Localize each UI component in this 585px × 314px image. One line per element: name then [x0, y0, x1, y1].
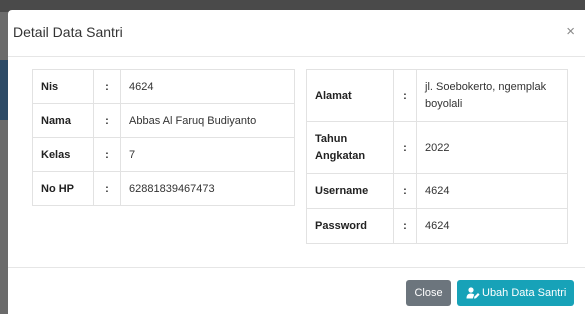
label-kelas: Kelas — [32, 137, 94, 172]
table-row: Username : 4624 — [306, 173, 568, 209]
table-row: Alamat : jl. Soebokerto, ngemplak boyola… — [306, 69, 568, 122]
value-tahun-angkatan: 2022 — [416, 121, 568, 174]
table-row: Nis : 4624 — [32, 69, 295, 104]
student-info-table: Nis : 4624 Nama : Abbas Al Faruq Budiyan… — [32, 69, 295, 206]
close-button[interactable]: Close — [406, 280, 451, 306]
value-username: 4624 — [416, 173, 568, 209]
detail-santri-modal: Detail Data Santri × Nis : 4624 Nama : A… — [8, 10, 585, 314]
separator: : — [393, 208, 417, 244]
separator: : — [93, 137, 121, 172]
table-row: Nama : Abbas Al Faruq Budiyanto — [32, 103, 295, 138]
label-nis: Nis — [32, 69, 94, 104]
value-kelas: 7 — [120, 137, 295, 172]
modal-title: Detail Data Santri — [13, 24, 123, 40]
ubah-data-santri-button[interactable]: Ubah Data Santri — [457, 280, 574, 306]
ubah-data-santri-label: Ubah Data Santri — [482, 287, 567, 299]
label-no-hp: No HP — [32, 171, 94, 206]
separator: : — [93, 171, 121, 206]
separator: : — [393, 173, 417, 209]
close-icon[interactable]: × — [566, 22, 575, 42]
modal-header: Detail Data Santri × — [8, 10, 585, 57]
value-alamat: jl. Soebokerto, ngemplak boyolali — [416, 69, 568, 122]
value-nis: 4624 — [120, 69, 295, 104]
modal-footer: Close Ubah Data Santri — [8, 267, 585, 314]
label-nama: Nama — [32, 103, 94, 138]
value-password: 4624 — [416, 208, 568, 244]
table-row: Kelas : 7 — [32, 137, 295, 172]
separator: : — [393, 121, 417, 174]
separator: : — [393, 69, 417, 122]
label-password: Password — [306, 208, 394, 244]
separator: : — [93, 69, 121, 104]
value-nama: Abbas Al Faruq Budiyanto — [120, 103, 295, 138]
label-tahun-angkatan: Tahun Angkatan — [306, 121, 394, 174]
label-alamat: Alamat — [306, 69, 394, 122]
separator: : — [93, 103, 121, 138]
table-row: No HP : 62881839467473 — [32, 171, 295, 206]
value-no-hp: 62881839467473 — [120, 171, 295, 206]
background-page-sidebar — [0, 60, 8, 120]
account-info-table: Alamat : jl. Soebokerto, ngemplak boyola… — [306, 69, 568, 244]
table-row: Password : 4624 — [306, 208, 568, 244]
table-row: Tahun Angkatan : 2022 — [306, 121, 568, 174]
user-edit-icon — [466, 287, 480, 299]
label-username: Username — [306, 173, 394, 209]
